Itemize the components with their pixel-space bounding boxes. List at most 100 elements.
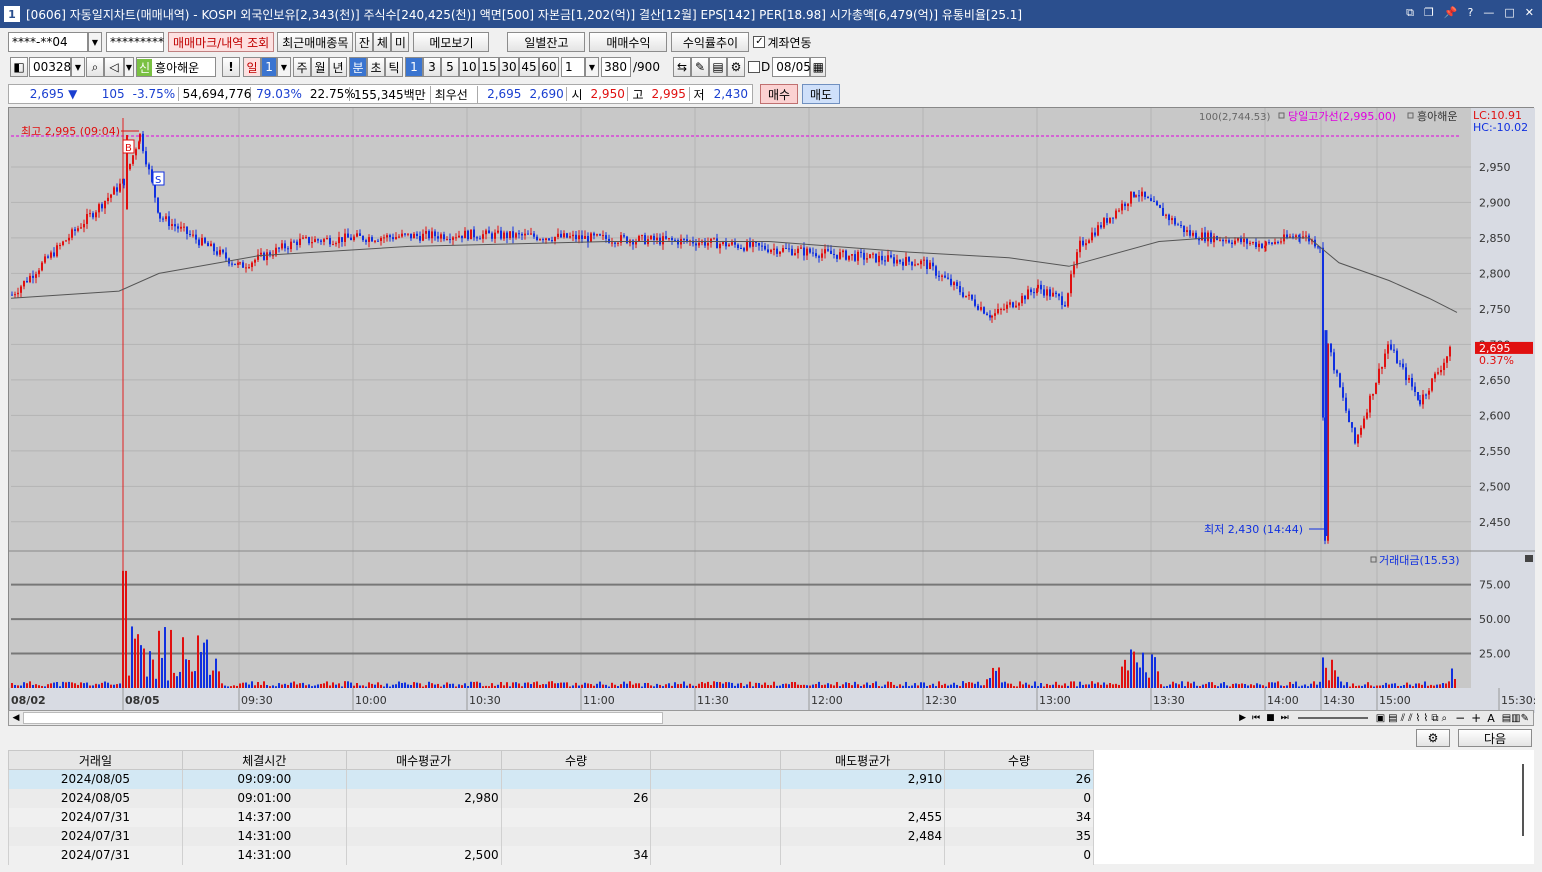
table-row[interactable]: 2024/08/05 09:01:00 2,980 26 0 <box>8 788 1094 808</box>
period-second-button[interactable]: 초 <box>367 57 385 77</box>
account-dropdown[interactable]: ▼ <box>88 32 102 52</box>
table-row[interactable]: 2024/07/31 14:31:00 2,484 35 <box>8 826 1094 846</box>
speaker-dropdown[interactable]: ▼ <box>124 57 134 77</box>
maximize-icon[interactable]: □ <box>1504 6 1514 20</box>
candle-body <box>234 263 236 265</box>
table-scrollbar[interactable] <box>1522 764 1530 836</box>
profit-trend-button[interactable]: 수익률추이 <box>671 32 750 52</box>
help-icon[interactable]: ? <box>1468 6 1474 20</box>
candle-body <box>428 231 430 239</box>
text-tool-icon[interactable]: A <box>1484 712 1498 725</box>
stock-code-input[interactable]: 003280 <box>29 57 79 77</box>
trade-profit-button[interactable]: 매매수익 <box>589 32 668 52</box>
search-icon[interactable]: ⌕ <box>86 57 104 77</box>
account-link-checkbox[interactable]: ✓ 계좌연동 <box>753 34 812 51</box>
daily-balance-button[interactable]: 일별잔고 <box>507 32 586 52</box>
period-week-button[interactable]: 주 <box>293 57 311 77</box>
sell-button[interactable]: 매도 <box>802 84 840 104</box>
recent-trade-button[interactable]: 최근매매종목 <box>277 32 354 52</box>
candle-body <box>1186 230 1188 232</box>
interval-1-button[interactable]: 1 <box>405 57 423 77</box>
date-input[interactable]: 08/05 <box>772 57 811 77</box>
minimize-icon[interactable]: — <box>1483 6 1494 20</box>
scroll-right-icon[interactable]: ▶ <box>1236 713 1249 723</box>
candle-body <box>938 275 940 277</box>
interval-60-button[interactable]: 60 <box>539 57 559 77</box>
period-year-button[interactable]: 년 <box>329 57 347 77</box>
scroll-track[interactable] <box>23 712 663 724</box>
volume-bar <box>389 686 391 688</box>
more-tools-icon[interactable]: ▤▥✎ <box>1498 713 1533 724</box>
custom-interval-dropdown[interactable]: ▼ <box>585 57 599 77</box>
period-tick-button[interactable]: 틱 <box>385 57 403 77</box>
candle-body <box>1390 344 1392 350</box>
pin-icon[interactable]: 📌 <box>1444 6 1458 20</box>
speaker-icon[interactable]: ◁ <box>104 57 124 77</box>
interval-5-button[interactable]: 5 <box>441 57 459 77</box>
stock-name-field[interactable]: 신 흥아해운 <box>136 57 216 77</box>
scroll-left-icon[interactable]: ◀ <box>9 713 23 723</box>
rewind-icon[interactable]: ⏮ <box>1249 713 1263 723</box>
draw-tool-icon[interactable]: ✎ <box>691 57 709 77</box>
volume-bar <box>68 681 70 688</box>
link-icon[interactable]: ⧉ <box>1406 6 1414 20</box>
period-day-button[interactable]: 일 <box>243 57 261 77</box>
account-input[interactable]: ****-**04 <box>8 32 88 52</box>
interval-45-button[interactable]: 45 <box>519 57 539 77</box>
price-chart[interactable]: 2,9502,9002,8502,8002,7502,7002,6502,600… <box>8 107 1535 713</box>
candle-body <box>1043 289 1045 296</box>
candle-body <box>338 237 340 244</box>
buy-button[interactable]: 매수 <box>760 84 798 104</box>
next-button[interactable]: 다음 <box>1458 729 1532 747</box>
custom-interval-input[interactable]: 1 <box>561 57 585 77</box>
x-tick-label: 14:30 <box>1323 694 1355 707</box>
calendar-icon[interactable]: ▦ <box>810 57 827 77</box>
memo-button[interactable]: 메모보기 <box>413 32 490 52</box>
table-row[interactable]: 2024/07/31 14:31:00 2,500 34 0 <box>8 845 1094 865</box>
zoom-out-icon[interactable]: − <box>1452 711 1468 725</box>
volume-bar <box>1430 684 1432 688</box>
day-count-input[interactable]: 1 <box>261 57 277 77</box>
period-month-button[interactable]: 월 <box>311 57 329 77</box>
volume-bar <box>452 683 454 688</box>
close-icon[interactable]: ✕ <box>1525 6 1534 20</box>
candle-body <box>284 243 286 249</box>
volume-bar <box>1151 654 1153 688</box>
d-checkbox[interactable] <box>748 61 760 73</box>
stop-icon[interactable]: ■ <box>1263 713 1278 723</box>
gear-icon[interactable]: ⚙ <box>727 57 745 77</box>
code-dropdown[interactable]: ▼ <box>71 57 85 77</box>
jan-button[interactable]: 잔 <box>355 32 374 52</box>
chart-canvas[interactable]: 2,9502,9002,8502,8002,7502,7002,6502,600… <box>9 108 1535 713</box>
password-input[interactable]: ********* <box>106 32 164 52</box>
volume-bar <box>143 648 145 688</box>
interval-10-button[interactable]: 10 <box>459 57 479 77</box>
interval-15-button[interactable]: 15 <box>479 57 499 77</box>
interval-30-button[interactable]: 30 <box>499 57 519 77</box>
copy-icon[interactable]: ❐ <box>1424 6 1434 20</box>
volume-bar <box>1271 682 1273 688</box>
alert-button[interactable]: ! <box>222 57 240 77</box>
forward-icon[interactable]: ⏭ <box>1278 713 1292 723</box>
mi-button[interactable]: 미 <box>391 32 410 52</box>
period-minute-button[interactable]: 분 <box>349 57 367 77</box>
table-row[interactable]: 2024/07/31 14:37:00 2,455 34 <box>8 807 1094 827</box>
day-count-dropdown[interactable]: ▼ <box>277 57 291 77</box>
zoom-in-icon[interactable]: + <box>1468 711 1484 725</box>
zoom-slider[interactable] <box>1297 717 1368 719</box>
table-settings-icon[interactable]: ⚙ <box>1416 729 1450 747</box>
tool-icons[interactable]: ▣▤⫽⫽⌇⌇⧉⌕ <box>1374 713 1452 724</box>
mark-query-button[interactable]: 매매마크/내역 조회 <box>168 32 275 52</box>
candle-body <box>1274 241 1276 244</box>
chart-settings-icon[interactable]: ◧ <box>10 57 28 77</box>
save-icon[interactable]: ▤ <box>709 57 727 77</box>
bar-count-input[interactable]: 380 <box>601 57 631 77</box>
che-button[interactable]: 체 <box>373 32 392 52</box>
table-row[interactable]: 2024/08/05 09:09:00 2,910 26 <box>8 769 1094 789</box>
volume-bar <box>530 684 532 688</box>
toolbar-chart: ◧ 003280 ▼ ⌕ ◁ ▼ 신 흥아해운 ! 일 1 ▼ 주 월 년 분 … <box>0 56 1542 78</box>
interval-3-button[interactable]: 3 <box>423 57 441 77</box>
indicator-icon[interactable]: ⇆ <box>673 57 691 77</box>
volume-bar <box>56 682 58 688</box>
volume-bar <box>149 651 151 688</box>
